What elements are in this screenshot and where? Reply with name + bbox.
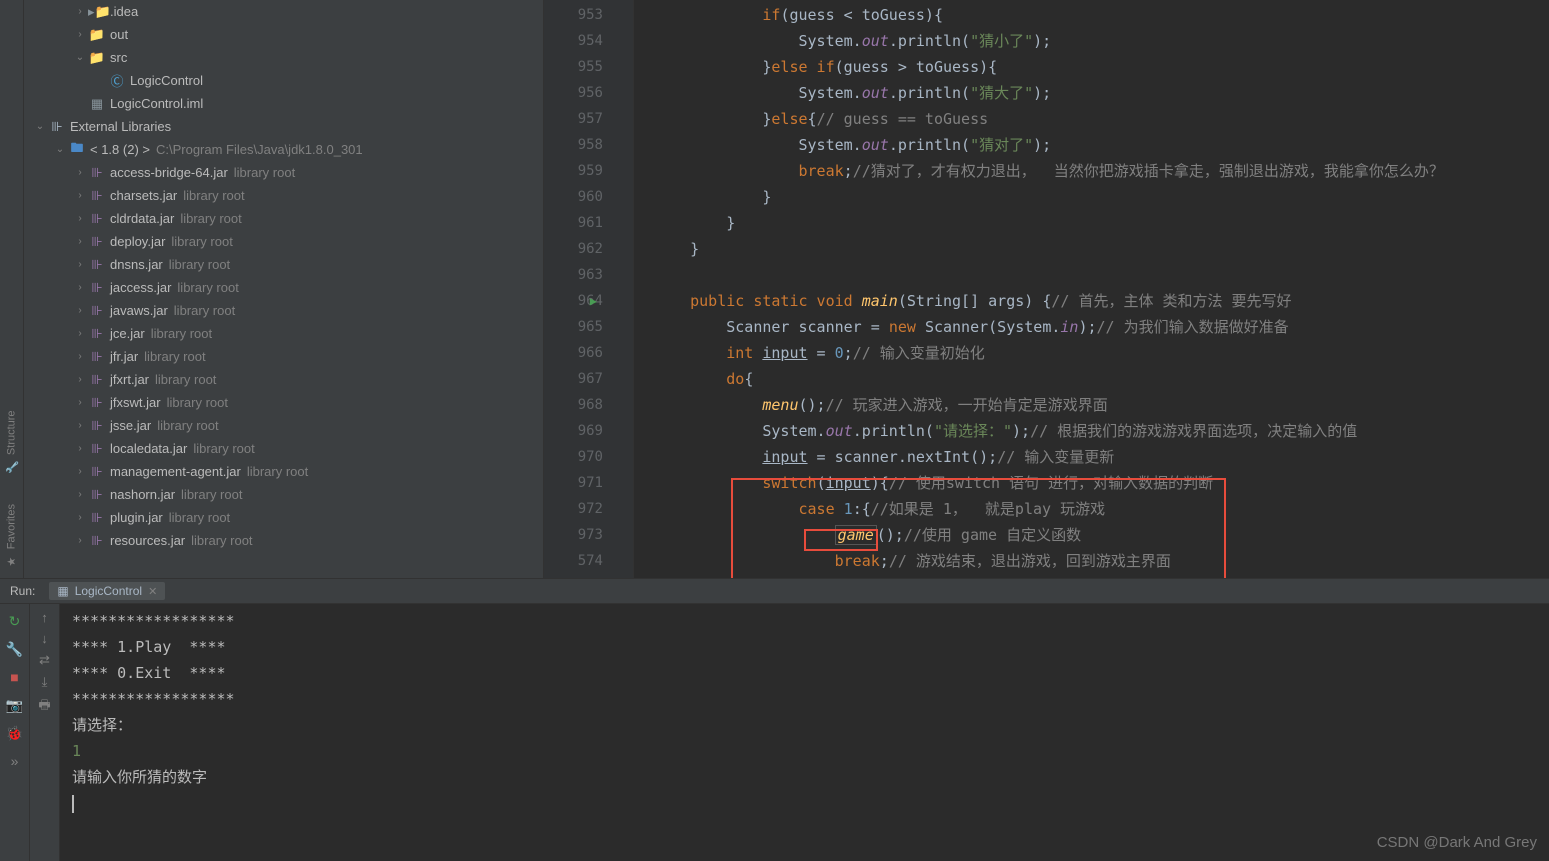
code-editor[interactable]: if(guess < toGuess){ System.out.println(… xyxy=(634,0,1549,578)
tree-item-resources-jar[interactable]: ›⊪resources.jarlibrary root xyxy=(24,529,543,552)
soft-wrap-button[interactable]: ⇄ xyxy=(39,652,50,668)
stop-button[interactable]: ■ xyxy=(4,666,26,688)
run-tab[interactable]: ▦ LogicControl ✕ xyxy=(49,582,165,600)
tree-item-jaccess-jar[interactable]: ›⊪jaccess.jarlibrary root xyxy=(24,276,543,299)
tree-item-nashorn-jar[interactable]: ›⊪nashorn.jarlibrary root xyxy=(24,483,543,506)
tree-item-localedata-jar[interactable]: ›⊪localedata.jarlibrary root xyxy=(24,437,543,460)
rerun-button[interactable]: ↻ xyxy=(4,610,26,632)
tree-item-jfxrt-jar[interactable]: ›⊪jfxrt.jarlibrary root xyxy=(24,368,543,391)
tree-item-deploy-jar[interactable]: ›⊪deploy.jarlibrary root xyxy=(24,230,543,253)
down-button[interactable]: ↓ xyxy=(41,631,48,646)
editor-gutter[interactable]: 953954955956957958959960961962963964▶965… xyxy=(544,0,634,578)
run-tab-name: LogicControl xyxy=(75,584,142,598)
up-button[interactable]: ↑ xyxy=(41,610,48,625)
tree-item-javaws-jar[interactable]: ›⊪javaws.jarlibrary root xyxy=(24,299,543,322)
editor-area: 953954955956957958959960961962963964▶965… xyxy=(544,0,1549,578)
run-label: Run: xyxy=(10,584,35,598)
run-actions-col1: ↻ 🔧 ■ 📷 🐞 » xyxy=(0,604,30,861)
tree-item-access-bridge-64-jar[interactable]: ›⊪access-bridge-64.jarlibrary root xyxy=(24,161,543,184)
debug-button[interactable]: 🐞 xyxy=(4,722,26,744)
scroll-end-button[interactable]: ⤓ xyxy=(42,674,48,690)
tree-item-out[interactable]: ›📁out xyxy=(24,23,543,46)
run-actions-col2: ↑ ↓ ⇄ ⤓ 🖶 xyxy=(30,604,60,861)
tree-item---1-8--2---[interactable]: ⌄🖿< 1.8 (2) >C:\Program Files\Java\jdk1.… xyxy=(24,138,543,161)
structure-tool[interactable]: 🔧Structure xyxy=(5,410,18,474)
tree-item-jce-jar[interactable]: ›⊪jce.jarlibrary root xyxy=(24,322,543,345)
settings-button[interactable]: 🔧 xyxy=(4,638,26,660)
tree-item-plugin-jar[interactable]: ›⊪plugin.jarlibrary root xyxy=(24,506,543,529)
favorites-tool[interactable]: ★Favorites xyxy=(5,504,18,568)
tree-item-jsse-jar[interactable]: ›⊪jsse.jarlibrary root xyxy=(24,414,543,437)
run-config-icon: ▦ xyxy=(57,584,68,598)
run-panel: ↻ 🔧 ■ 📷 🐞 » ↑ ↓ ⇄ ⤓ 🖶 ******************… xyxy=(0,604,1549,861)
tree-item-cldrdata-jar[interactable]: ›⊪cldrdata.jarlibrary root xyxy=(24,207,543,230)
print-button[interactable]: 🖶 xyxy=(38,696,50,718)
close-icon[interactable]: ✕ xyxy=(148,585,157,598)
watermark: CSDN @Dark And Grey xyxy=(1377,834,1537,851)
tree-item-management-agent-jar[interactable]: ›⊪management-agent.jarlibrary root xyxy=(24,460,543,483)
tree-item--idea[interactable]: ›▸📁.idea xyxy=(24,0,543,23)
camera-button[interactable]: 📷 xyxy=(4,694,26,716)
run-toolbar: Run: ▦ LogicControl ✕ xyxy=(0,578,1549,604)
tree-item-dnsns-jar[interactable]: ›⊪dnsns.jarlibrary root xyxy=(24,253,543,276)
project-tree[interactable]: ›▸📁.idea›📁out⌄📁srcⒸLogicControl▦LogicCon… xyxy=(24,0,544,578)
console-output[interactable]: ****************** **** 1.Play **** ****… xyxy=(60,604,1549,861)
tree-item-LogicControl[interactable]: ⒸLogicControl xyxy=(24,69,543,92)
tree-item-charsets-jar[interactable]: ›⊪charsets.jarlibrary root xyxy=(24,184,543,207)
tree-item-src[interactable]: ⌄📁src xyxy=(24,46,543,69)
tree-item-External-Libraries[interactable]: ⌄⊪External Libraries xyxy=(24,115,543,138)
left-tool-strip: 🔧Structure ★Favorites xyxy=(0,0,24,578)
tree-item-jfxswt-jar[interactable]: ›⊪jfxswt.jarlibrary root xyxy=(24,391,543,414)
tree-item-LogicControl-iml[interactable]: ▦LogicControl.iml xyxy=(24,92,543,115)
expand-button[interactable]: » xyxy=(4,750,26,772)
tree-item-jfr-jar[interactable]: ›⊪jfr.jarlibrary root xyxy=(24,345,543,368)
